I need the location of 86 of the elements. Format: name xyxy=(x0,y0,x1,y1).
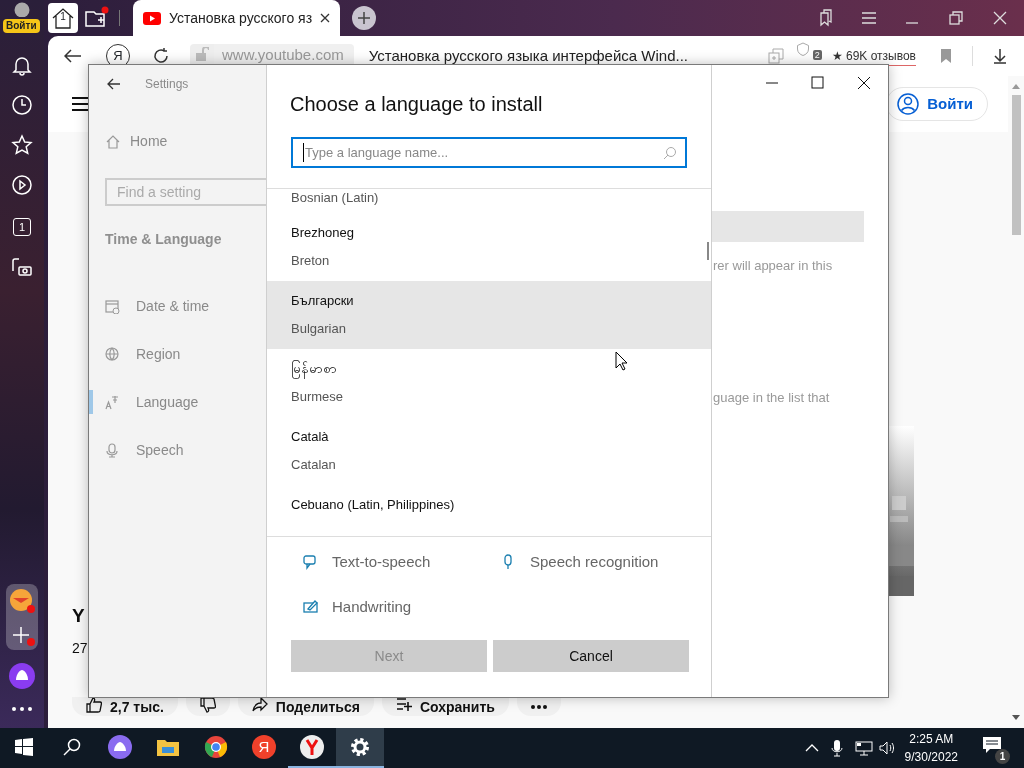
feature-label: Speech recognition xyxy=(530,552,659,572)
language-icon xyxy=(105,394,120,410)
cursor-icon xyxy=(615,351,628,371)
section-heading: Time & Language xyxy=(105,230,222,249)
dropdown-field[interactable] xyxy=(712,211,864,242)
avatar-icon[interactable] xyxy=(14,2,30,17)
gear-icon xyxy=(348,735,372,759)
home-icon xyxy=(51,7,75,29)
speech-bubble-icon xyxy=(303,554,318,571)
assistant-icon xyxy=(108,735,132,759)
search-icon xyxy=(663,145,677,160)
restore-icon[interactable] xyxy=(949,11,963,25)
message-icon xyxy=(982,736,1002,754)
bookmarks-icon[interactable] xyxy=(818,9,834,27)
language-option[interactable]: Brezhoneg Breton xyxy=(267,213,711,281)
scroll-up-icon[interactable] xyxy=(1012,84,1020,89)
maximize-icon[interactable] xyxy=(811,76,825,90)
microphone-icon xyxy=(105,442,120,458)
language-option[interactable]: Bosnian (Latin) xyxy=(267,189,711,213)
more-icon xyxy=(530,704,547,709)
notification-badge: 1 xyxy=(995,749,1010,764)
like-button[interactable]: 2,7 тыс. xyxy=(72,697,178,716)
dislike-icon xyxy=(199,696,216,713)
browser-tab[interactable]: Установка русского яз xyxy=(133,0,341,36)
login-button[interactable]: Войти xyxy=(886,87,988,121)
language-option[interactable]: Български Bulgarian xyxy=(267,281,711,349)
folder-plus-icon[interactable] xyxy=(84,6,110,30)
pen-icon xyxy=(303,598,318,615)
volume-icon[interactable] xyxy=(878,740,895,756)
window-title: Settings xyxy=(145,76,189,93)
video-title: Y xyxy=(72,603,85,628)
globe-icon xyxy=(105,346,120,362)
close-icon[interactable] xyxy=(320,13,331,23)
page-title: Установка русского языка интерфейса Wind... xyxy=(368,45,688,66)
close-icon[interactable] xyxy=(857,76,871,90)
login-badge[interactable]: Войти xyxy=(3,19,40,33)
save-icon xyxy=(395,696,412,713)
language-search-field[interactable]: Type a language name... xyxy=(291,137,687,168)
bell-icon[interactable] xyxy=(11,54,33,76)
taskbar-button[interactable]: Я xyxy=(240,728,288,768)
share-icon xyxy=(251,696,268,713)
language-option[interactable]: Català Catalan xyxy=(267,417,711,485)
reload-icon[interactable] xyxy=(152,47,170,65)
download-icon[interactable] xyxy=(993,48,1007,64)
microphone-icon[interactable] xyxy=(830,739,843,757)
language-option[interactable]: Cebuano (Latin, Philippines) xyxy=(267,485,711,536)
back-icon[interactable] xyxy=(107,78,121,90)
calendar-icon xyxy=(105,298,120,314)
description-text: guage in the list that xyxy=(713,390,830,405)
scroll-down-icon[interactable] xyxy=(1012,715,1020,720)
view-count: 27 xyxy=(72,639,88,658)
network-icon[interactable] xyxy=(854,740,873,756)
star-icon[interactable] xyxy=(11,134,33,156)
counter-tab[interactable]: 1 xyxy=(13,218,31,236)
feature-label: Handwriting xyxy=(332,596,412,617)
back-icon[interactable] xyxy=(64,49,82,63)
user-icon xyxy=(897,93,920,115)
browser-icon xyxy=(204,735,228,759)
clock[interactable]: 2:25 AM 9/30/2022 xyxy=(904,730,958,766)
language-option[interactable]: မြန်မာစာ Burmese xyxy=(267,349,711,417)
scrollbar-thumb[interactable] xyxy=(1011,95,1021,235)
home-icon xyxy=(106,134,120,149)
taskbar-button[interactable] xyxy=(336,728,384,768)
like-icon xyxy=(86,696,102,713)
clock-icon[interactable] xyxy=(11,94,33,116)
yandex-logo: Я xyxy=(252,735,276,759)
extensions-badge: 2 xyxy=(812,50,822,60)
play-icon[interactable] xyxy=(11,174,33,196)
dialog-title: Choose a language to install xyxy=(290,92,543,117)
search-icon[interactable] xyxy=(63,738,81,756)
browser-icon xyxy=(300,735,324,759)
home-counter: 1 xyxy=(60,12,66,22)
home-tab[interactable]: 1 xyxy=(48,3,78,33)
more-icon[interactable] xyxy=(11,706,33,712)
assistant-icon[interactable] xyxy=(8,662,36,690)
new-tab-icon[interactable] xyxy=(352,6,377,30)
bookmark-icon[interactable] xyxy=(940,48,952,64)
camera-icon[interactable] xyxy=(11,256,33,278)
mail-app-icon[interactable] xyxy=(9,588,35,614)
windows-icon[interactable] xyxy=(15,738,33,756)
feature-label: Text-to-speech xyxy=(332,552,431,572)
scrollbar-thumb[interactable] xyxy=(707,242,709,260)
video-logo-icon xyxy=(143,11,161,25)
chevron-up-icon[interactable] xyxy=(804,744,819,752)
description-text: rer will appear in this xyxy=(713,258,833,273)
cancel-button[interactable]: Cancel xyxy=(493,640,689,672)
